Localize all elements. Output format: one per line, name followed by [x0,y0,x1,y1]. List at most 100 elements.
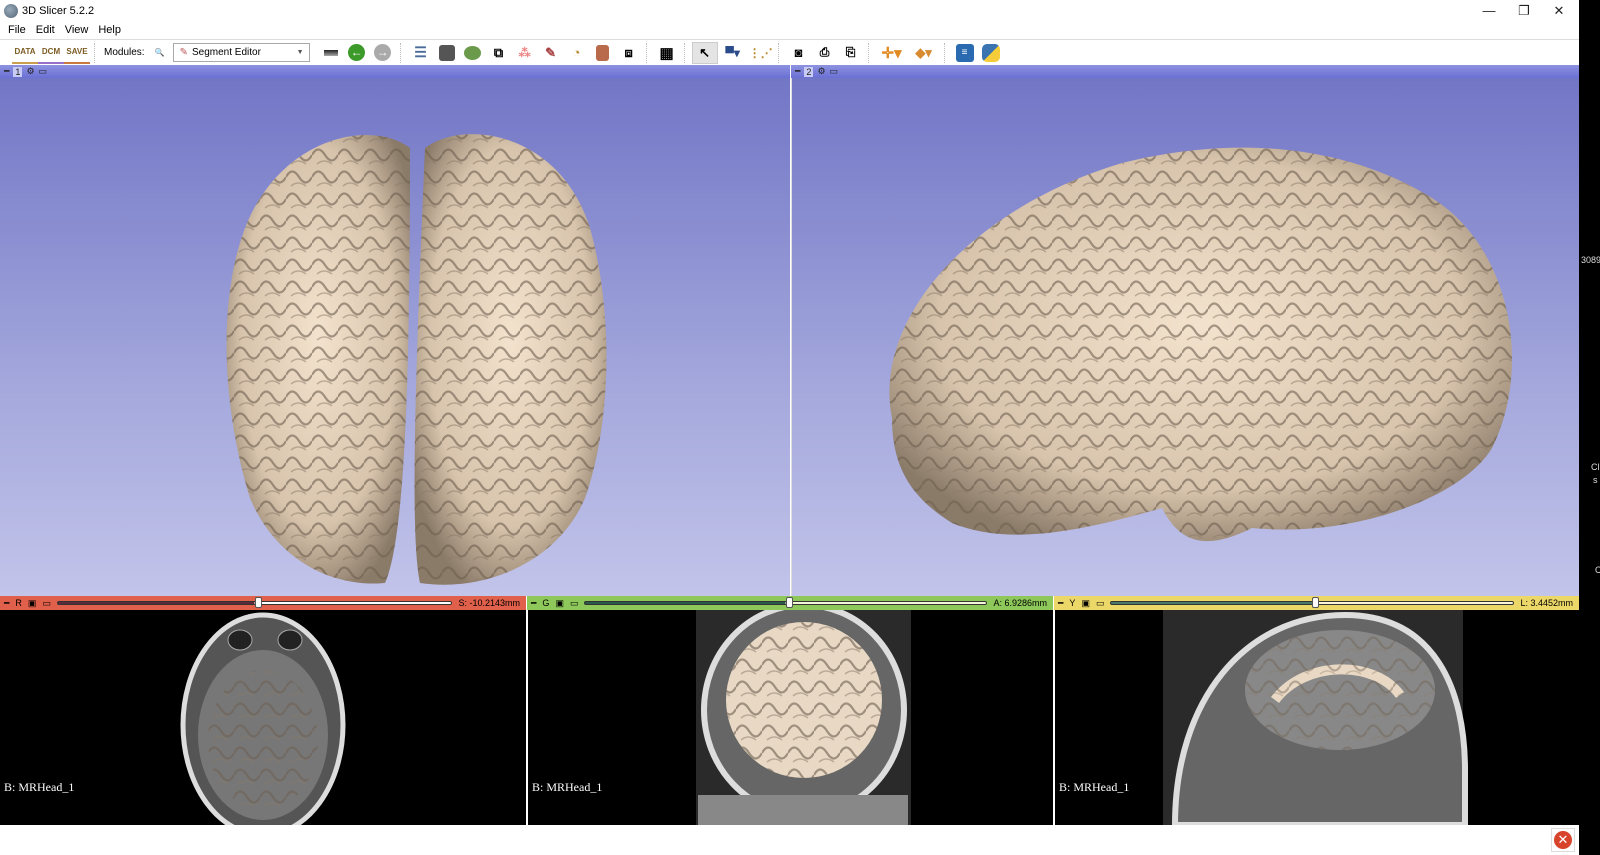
pointer-mode-icon[interactable]: ↖ [691,41,718,64]
strip-text: C [1595,565,1600,575]
module-search-icon[interactable]: 🔍 [151,42,169,64]
restore-button[interactable]: ❐ [1505,0,1543,21]
view-1-controller-bar: ━ 1 ⚙ ▭ [0,65,790,78]
3d-view-2[interactable] [791,78,1579,596]
background-layer-label: B: MRHead_1 [4,780,75,794]
toolbar-separator [399,42,408,63]
forward-arrow-icon[interactable]: → [370,42,396,64]
main-toolbar: DATA DCM SAVE Modules: 🔍 ✎ Segment Edito… [0,39,1579,65]
close-button[interactable]: ✕ [1540,0,1578,21]
pin-icon[interactable]: ━ [4,66,9,77]
maximize-view-icon[interactable]: ▭ [1096,598,1105,609]
view-1-number: 1 [13,66,23,77]
extension-manager-icon[interactable]: ≡ [952,42,978,64]
toolbar-separator [683,42,692,63]
slider-handle[interactable] [785,597,793,608]
pin-icon[interactable]: ━ [1058,598,1063,609]
slider-handle[interactable] [254,597,262,608]
link-icon[interactable]: ▣ [1081,598,1090,609]
slice-intersection-icon[interactable]: ◆▾ [908,42,940,64]
view-2-controller-bar: ━ 2 ⚙ ▭ [791,65,1579,78]
maximize-view-icon[interactable]: ▭ [42,598,51,609]
red-slice-view[interactable]: B: MRHead_1 [0,610,526,825]
error-icon: ✕ [1554,831,1572,849]
dicom-button[interactable]: DCM [38,42,64,64]
scene-view-icon[interactable]: ⎙ [812,42,838,64]
brain-top-view [226,134,607,585]
menu-edit[interactable]: Edit [36,24,55,36]
green-slice-offset: A: 6.9286mm [993,598,1047,608]
back-arrow-icon[interactable]: ← [344,42,370,64]
volumes-module-icon[interactable] [434,42,460,64]
axial-mri-image [180,612,346,825]
window-level-icon[interactable]: ▀▾ [718,42,748,64]
toolbar-separator [94,42,102,63]
yellow-slice-offset-slider[interactable] [1110,597,1515,608]
module-history-icon[interactable] [318,42,344,64]
python-console-icon[interactable] [978,42,1004,64]
crosshair-link-icon[interactable]: ⋮⋰ [748,42,774,64]
green-slice-view[interactable]: B: MRHead_1 [527,610,1053,825]
slider-handle[interactable] [1312,597,1320,608]
link-icon[interactable]: ▣ [555,598,564,609]
volume-rendering-icon[interactable]: ◔ [564,42,590,64]
link-icon[interactable]: ▣ [28,598,37,609]
module-selected-value: Segment Editor [191,47,261,58]
status-bar: ✕ [0,825,1579,855]
green-slice-controller: ━ G ▣ ▭ A: 6.9286mm [527,596,1053,610]
title-bar: 3D Slicer 5.2.2 — ❐ ✕ [0,0,1579,21]
3d-view-1[interactable] [0,78,790,596]
view-settings-icon[interactable]: ⚙ [817,66,825,77]
brain-side-view [889,147,1512,542]
background-window-strip: 3089 Cl s C [1579,0,1600,855]
red-slice-offset: S: -10.2143mm [458,598,520,608]
background-layer-label: B: MRHead_1 [1059,780,1130,794]
red-slice-controller: ━ R ▣ ▭ S: -10.2143mm [0,596,526,610]
sagittal-mri-image [1163,610,1468,825]
view-2-number: 2 [804,66,814,77]
strip-text: 3089 [1581,255,1600,265]
red-slice-offset-slider[interactable] [56,597,453,608]
yellow-slice-controller: ━ Y ▣ ▭ L: 3.4452mm [1054,596,1579,610]
save-button[interactable]: SAVE [64,42,90,64]
transforms-module-icon[interactable]: ⧉ [486,42,512,64]
screenshot-icon[interactable]: ◙ [786,42,812,64]
models-module-icon[interactable] [460,42,486,64]
extensions-icon[interactable] [590,42,616,64]
minimize-button[interactable]: — [1470,0,1508,21]
data-module-icon[interactable]: ☰ [408,42,434,64]
yellow-slice-letter: Y [1069,598,1076,608]
pin-icon[interactable]: ━ [531,598,536,609]
modules-label: Modules: [104,47,145,58]
toolbar-separator [777,42,786,63]
green-slice-offset-slider[interactable] [584,597,988,608]
background-layer-label: B: MRHead_1 [532,780,603,794]
layers-icon[interactable]: ⧈ [616,42,642,64]
error-log-button[interactable]: ✕ [1551,828,1575,852]
crosshair-icon[interactable]: ✛▾ [876,42,908,64]
segment-editor-icon: ✎ [179,47,188,58]
menu-view[interactable]: View [65,24,89,36]
load-data-button[interactable]: DATA [12,42,38,64]
menu-help[interactable]: Help [98,24,121,36]
scene-restore-icon[interactable]: ⎘ [838,42,864,64]
chevron-down-icon: ▼ [296,49,304,56]
yellow-slice-view[interactable]: B: MRHead_1 [1054,610,1579,825]
pin-icon[interactable]: ━ [795,66,800,77]
view-settings-icon[interactable]: ⚙ [26,66,34,77]
toolbar-separator [645,42,654,63]
menu-file[interactable]: File [8,24,26,36]
maximize-view-icon[interactable]: ▭ [570,598,579,609]
markups-module-icon[interactable]: ⁂ [512,42,538,64]
maximize-view-icon[interactable]: ▭ [830,66,839,77]
module-selector[interactable]: ✎ Segment Editor ▼ [172,43,310,62]
menu-bar: File Edit View Help [0,21,1579,39]
strip-text: Cl [1591,462,1600,472]
strip-text: s [1593,475,1598,485]
segment-module-icon[interactable]: ✎ [538,42,564,64]
maximize-view-icon[interactable]: ▭ [39,66,48,77]
slicer-logo-icon [4,3,18,18]
layout-icon[interactable]: ▦ [654,42,680,64]
yellow-slice-offset: L: 3.4452mm [1520,598,1573,608]
pin-icon[interactable]: ━ [4,598,9,609]
